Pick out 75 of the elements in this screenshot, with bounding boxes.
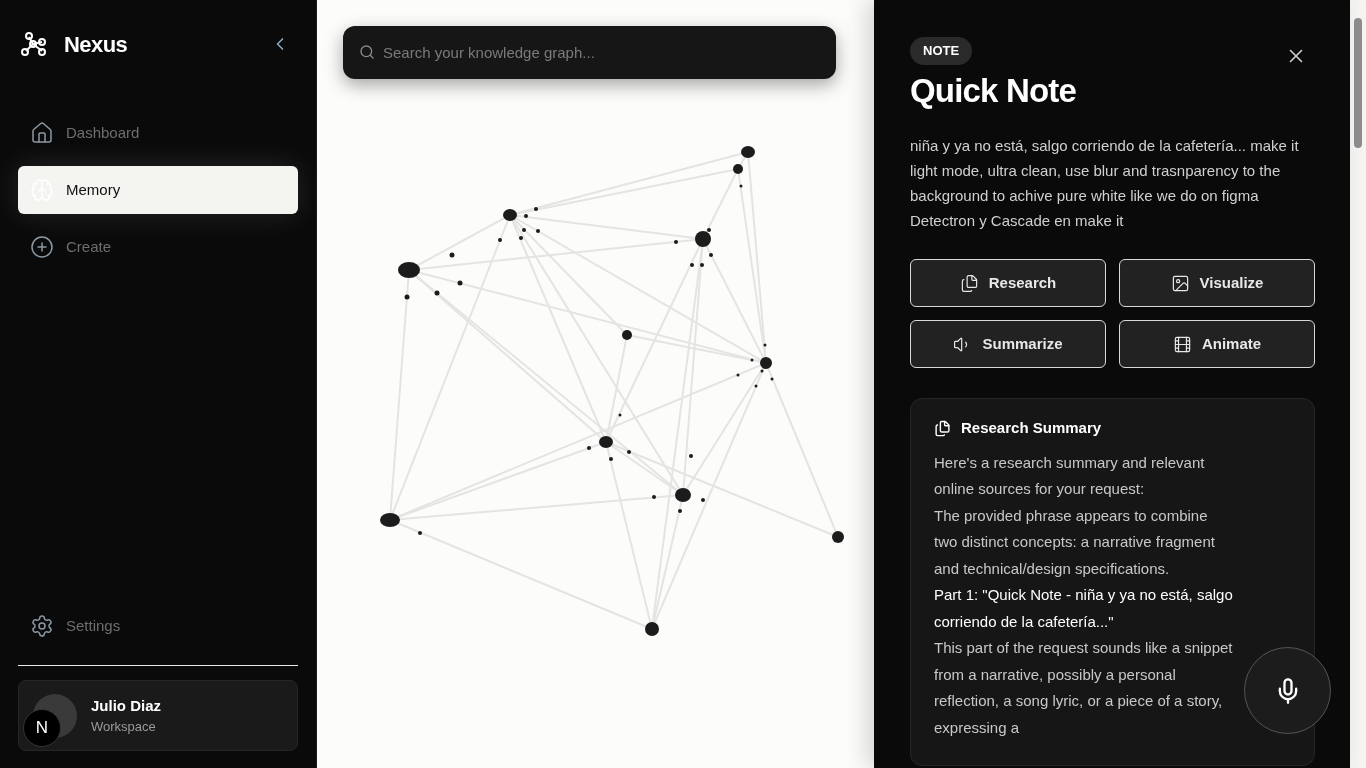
graph-node[interactable] [627,450,631,454]
documents-icon [959,273,979,293]
graph-node[interactable] [622,330,632,340]
graph-node[interactable] [449,252,455,258]
logo-icon [20,31,48,57]
graph-node[interactable] [503,209,517,221]
nav-item[interactable]: Settings [18,602,133,650]
graph-node[interactable] [645,622,659,636]
graph-node[interactable] [701,498,705,502]
dev-badge[interactable]: N [23,709,61,747]
note-body: niña y ya no está, salgo corriendo de la cafetería... make it light mode, ultra clean, use blur and trasnparency to the background to achive pure white like we do on figma Detectron y Cascade en make it [910,136,1300,232]
graph-node[interactable] [674,240,678,244]
graph-node[interactable] [770,377,774,381]
summary-paragraph: Here's a research summary and relevant online sources for your request: [934,452,1206,500]
plus-circle-icon [30,235,54,259]
graph-node[interactable] [418,531,422,535]
note-tag: NOTE [910,37,973,65]
user-workspace: Workspace [91,718,157,736]
nav-item[interactable]: Dashboard [18,109,298,157]
summary-paragraph: The provided phrase appears to combine two distinct concepts: a narrative fragment and technical/design specifications. [934,505,1216,579]
search-field[interactable]: Search your knowledge graph... [343,26,836,79]
graph-node[interactable] [754,384,758,388]
summary-title: Research Summary [961,418,1102,439]
settings-icon [30,614,54,638]
graph-node[interactable] [522,228,526,232]
action-button[interactable]: Research [910,259,1106,308]
graph-node[interactable] [832,531,844,543]
house-icon [30,121,54,145]
graph-node[interactable] [534,207,538,211]
graph-node[interactable] [678,509,682,513]
brand-name: Nexus [64,30,128,59]
nav-item[interactable]: Create [18,223,298,271]
graph-node[interactable] [700,263,704,267]
graph-node[interactable] [498,238,502,242]
graph-node[interactable] [519,236,523,240]
user-name: Julio Diaz [91,695,161,716]
graph-node[interactable] [609,457,613,461]
graph-node[interactable] [690,263,694,267]
film-icon [1172,334,1192,354]
graph-node[interactable] [709,253,713,257]
action-button[interactable]: Animate [1119,320,1315,369]
graph-node[interactable] [599,436,613,448]
graph-node[interactable] [536,229,540,233]
graph-node[interactable] [675,488,691,502]
graph-node[interactable] [457,280,463,286]
graph-node[interactable] [763,343,767,347]
user-card[interactable]: N Julio Diaz Workspace [18,680,298,751]
graph-node[interactable] [733,164,743,174]
action-button[interactable]: Summarize [910,320,1106,369]
graph-node[interactable] [587,446,591,450]
graph-node[interactable] [736,373,740,377]
graph-node[interactable] [380,513,400,527]
graph-node[interactable] [689,454,693,458]
graph-node[interactable] [695,231,711,247]
action-button[interactable]: Visualize [1119,259,1315,308]
graph-node[interactable] [652,495,656,499]
documents-icon [934,420,951,437]
summary-paragraph: This part of the request sounds like a snippet from a narrative, possibly a personal reflection, a song lyric, or a piece of a story, expressing a [934,638,1234,738]
scrollbar[interactable] [1350,0,1366,768]
graph-node[interactable] [434,290,440,296]
graph-node[interactable] [760,369,764,373]
nav-item[interactable]: Memory [18,166,298,214]
graph-node[interactable] [404,294,410,300]
graph-node[interactable] [760,357,772,369]
graph-node[interactable] [707,228,711,232]
search-icon [359,44,375,60]
summary-heading: Part 1: "Quick Note - niña y ya no está, salgo corriendo de la cafetería..." [934,585,1234,632]
graph-node[interactable] [524,214,528,218]
graph-node[interactable] [618,413,622,417]
graph-node[interactable] [741,146,755,158]
graph-node[interactable] [750,358,754,362]
image-icon [1170,273,1190,293]
graph-node[interactable] [739,184,743,188]
note-title: Quick Note [910,71,1077,111]
graph-node[interactable] [398,262,420,278]
